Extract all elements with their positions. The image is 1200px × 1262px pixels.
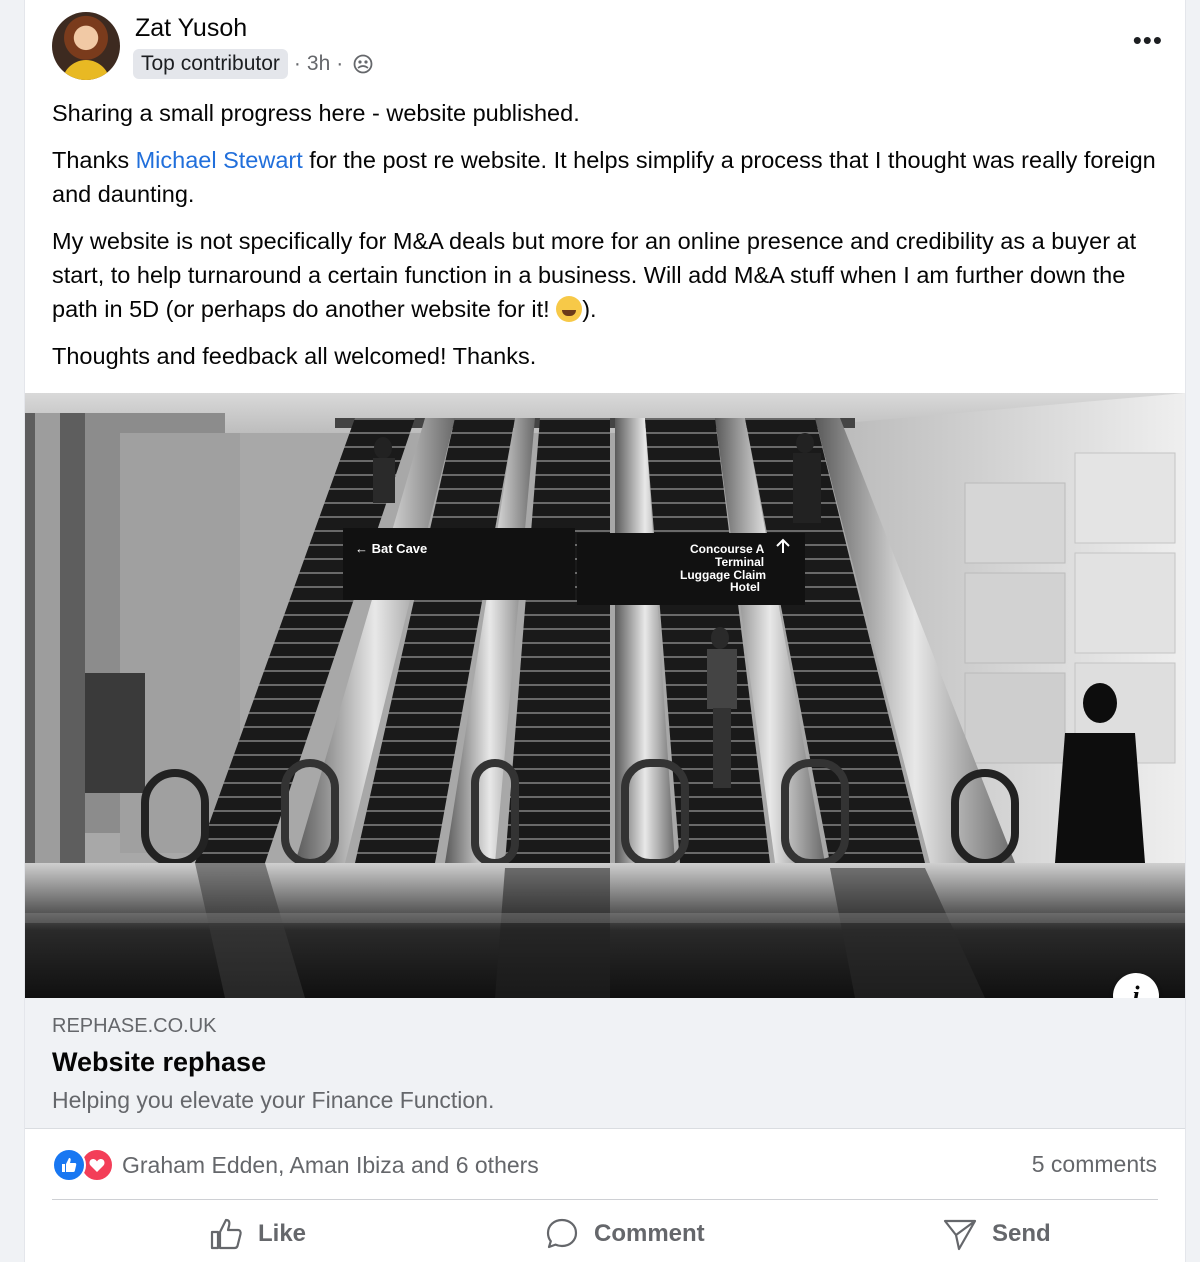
link-preview[interactable]: REPHASE.CO.UK Website rephase Helping yo… [25, 998, 1185, 1129]
paragraph-3-end: ). [582, 296, 597, 322]
post-time[interactable]: 3h [307, 52, 330, 76]
reaction-names[interactable]: Graham Edden, Aman Ibiza and 6 others [122, 1152, 539, 1179]
post-paragraph-4: Thoughts and feedback all welcomed! Than… [52, 343, 537, 369]
like-reaction-icon [52, 1148, 86, 1182]
sign-line-2: Terminal [715, 555, 764, 569]
paragraph-2-prefix: Thanks [52, 147, 136, 173]
post-paragraph-3: My website is not specifically for M&A d… [52, 224, 1160, 326]
svg-text:← Bat Cave: ← Bat Cave [355, 541, 427, 556]
mention-link[interactable]: Michael Stewart [136, 147, 303, 173]
post-image[interactable]: ← Bat Cave Concourse A Terminal Luggage … [25, 393, 1185, 998]
send-icon [943, 1219, 977, 1251]
comments-count[interactable]: 5 comments [1032, 1151, 1157, 1178]
send-button[interactable]: Send [942, 1208, 1051, 1260]
top-contributor-badge[interactable]: Top contributor [133, 49, 288, 79]
post-meta: Top contributor · 3h · [133, 47, 373, 81]
more-options-icon[interactable]: ••• [1133, 27, 1163, 53]
like-icon [210, 1218, 242, 1250]
author-name[interactable]: Zat Yusoh [135, 14, 247, 43]
post-paragraph-2: Thanks Michael Stewart for the post re w… [52, 143, 1160, 211]
link-title: Website rephase [52, 1047, 267, 1077]
action-bar: Like Comment Send [52, 1208, 1158, 1262]
author-avatar[interactable] [52, 12, 120, 80]
post-card: Zat Yusoh Top contributor · 3h · ••• Sha… [24, 0, 1186, 1262]
post-paragraph-1: Sharing a small progress here - website … [52, 100, 580, 126]
like-button[interactable]: Like [208, 1208, 306, 1260]
like-label: Like [258, 1220, 307, 1247]
link-domain: REPHASE.CO.UK [52, 1015, 217, 1037]
link-description: Helping you elevate your Finance Functio… [52, 1087, 495, 1113]
sign-line-1: Concourse A [690, 542, 765, 556]
group-icon [353, 54, 373, 74]
meta-separator-2: · [336, 52, 344, 75]
sign-line-4: Hotel [730, 580, 760, 594]
send-label: Send [992, 1220, 1051, 1247]
post-body: Sharing a small progress here - website … [52, 96, 1160, 386]
meta-separator: · [293, 52, 301, 75]
actions-divider [52, 1199, 1158, 1200]
comment-button[interactable]: Comment [544, 1208, 705, 1260]
sign-left-label: Bat Cave [372, 541, 428, 556]
reactions-summary[interactable]: Graham Edden, Aman Ibiza and 6 others [52, 1148, 539, 1182]
grinning-sweat-emoji-icon [556, 296, 583, 322]
comment-icon [546, 1218, 578, 1249]
comment-label: Comment [594, 1220, 705, 1247]
